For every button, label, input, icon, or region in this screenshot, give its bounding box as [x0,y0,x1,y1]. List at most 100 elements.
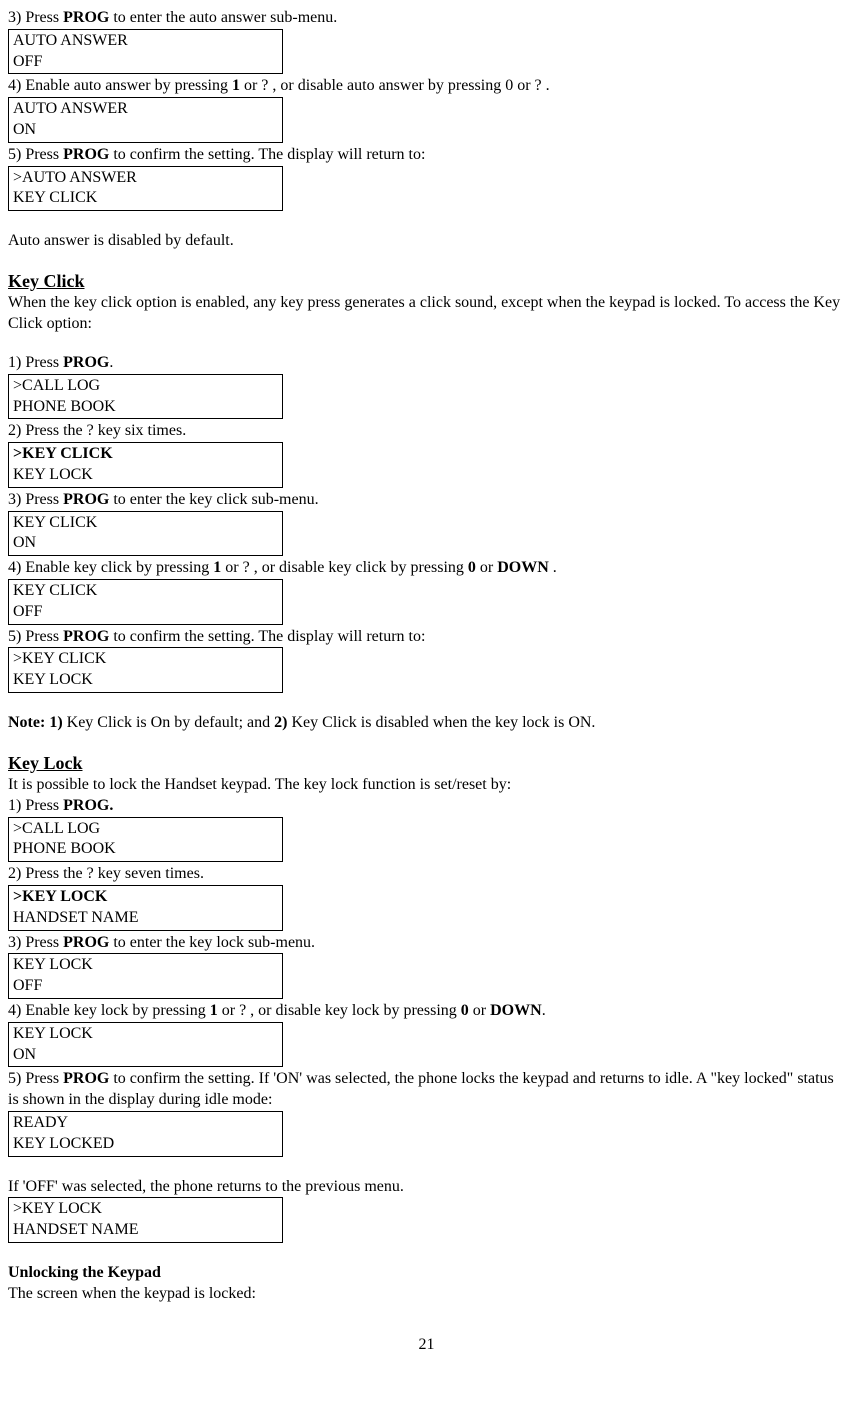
key-0: 0 [461,1002,469,1019]
lcd-line: ON [13,1045,278,1066]
key-lock-step4: 4) Enable key lock by pressing 1 or ? , … [8,1001,845,1022]
lcd-line: PHONE BOOK [13,397,278,418]
page-number: 21 [8,1335,845,1356]
prog-key: PROG [63,934,109,951]
prog-key: PROG [63,1070,109,1087]
lcd-ready-locked: READY KEY LOCKED [8,1111,283,1157]
key-click-section: Key Click When the key click option is e… [8,270,845,734]
lcd-line: KEY LOCKED [13,1134,278,1155]
text: Key Click is On by default; and [63,714,275,731]
key-click-step3: 3) Press PROG to enter the key click sub… [8,490,845,511]
lcd-key-click-on: KEY CLICK ON [8,511,283,557]
key-lock-step2: 2) Press the ? key seven times. [8,864,845,885]
text: . [542,1002,546,1019]
key-1: 1 [232,77,240,94]
text: Key Click is disabled when the key lock … [287,714,595,731]
lcd-line: >KEY LOCK [13,887,278,908]
lcd-line: KEY CLICK [13,581,278,602]
key-click-step1: 1) Press PROG. [8,353,845,374]
auto-answer-step5: 5) Press PROG to confirm the setting. Th… [8,145,845,166]
prog-key: PROG [63,491,109,508]
text: to confirm the setting. If 'ON' was sele… [8,1070,834,1108]
lcd-key-lock-menu: >KEY LOCK HANDSET NAME [8,885,283,931]
auto-answer-step4: 4) Enable auto answer by pressing 1 or ?… [8,76,845,97]
text: to enter the key click sub-menu. [109,491,318,508]
lcd-auto-answer-menu: >AUTO ANSWER KEY CLICK [8,166,283,212]
text: or [476,559,497,576]
prog-key: PROG [63,146,109,163]
key-lock-section: Key Lock It is possible to lock the Hand… [8,752,845,1243]
lcd-line: AUTO ANSWER [13,31,278,52]
text: . [109,354,113,371]
lcd-line: KEY CLICK [13,513,278,534]
key-lock-heading: Key Lock [8,752,845,775]
lcd-line: PHONE BOOK [13,839,278,860]
lcd-line: KEY LOCK [13,670,278,691]
lcd-line: AUTO ANSWER [13,99,278,120]
text: . [549,559,557,576]
text: 5) Press [8,1070,63,1087]
key-lock-intro: It is possible to lock the Handset keypa… [8,775,845,796]
lcd-line: OFF [13,52,278,73]
lcd-key-click-off: KEY CLICK OFF [8,579,283,625]
prog-key: PROG [63,9,109,26]
bold: 2) [274,714,287,731]
key-click-step5: 5) Press PROG to confirm the setting. Th… [8,627,845,648]
bold: >KEY LOCK [13,888,107,905]
lcd-line: >CALL LOG [13,376,278,397]
key-down: DOWN [490,1002,542,1019]
text: to enter the key lock sub-menu. [109,934,315,951]
spacer [8,252,845,270]
unlock-heading: Unlocking the Keypad [8,1263,845,1284]
lcd-call-log: >CALL LOG PHONE BOOK [8,374,283,420]
lcd-line: KEY CLICK [13,188,278,209]
spacer [8,695,845,713]
lcd-key-click-menu: >KEY CLICK KEY LOCK [8,442,283,488]
lcd-line: KEY LOCK [13,1024,278,1045]
spacer [8,1159,845,1177]
text: 4) Enable key lock by pressing [8,1002,210,1019]
text: 1) Press [8,797,63,814]
auto-answer-step3: 3) Press PROG to enter the auto answer s… [8,8,845,29]
key-lock-step1: 1) Press PROG. [8,796,845,817]
auto-answer-note: Auto answer is disabled by default. [8,231,845,252]
prog-key: PROG [63,628,109,645]
lcd-auto-answer-off: AUTO ANSWER OFF [8,29,283,75]
key-click-intro: When the key click option is enabled, an… [8,293,845,335]
text: to confirm the setting. The display will… [109,146,425,163]
lcd-line: KEY LOCK [13,955,278,976]
unlock-section: Unlocking the Keypad The screen when the… [8,1263,845,1305]
bold: >KEY CLICK [13,445,113,462]
key-click-heading: Key Click [8,270,845,293]
lcd-key-lock-return: >KEY LOCK HANDSET NAME [8,1197,283,1243]
lcd-line: >KEY CLICK [13,444,278,465]
spacer [8,734,845,752]
text: 4) Enable auto answer by pressing [8,77,232,94]
lcd-line: HANDSET NAME [13,908,278,929]
lcd-line: OFF [13,602,278,623]
text: or ? , or disable key click by pressing [221,559,468,576]
lcd-auto-answer-on: AUTO ANSWER ON [8,97,283,143]
key-down: DOWN [497,559,549,576]
lcd-line: ON [13,120,278,141]
text: or ? , or disable key lock by pressing [218,1002,461,1019]
key-lock-step5: 5) Press PROG to confirm the setting. If… [8,1069,845,1111]
prog-key: PROG [63,354,109,371]
text: 4) Enable key click by pressing [8,559,213,576]
lcd-line: >CALL LOG [13,819,278,840]
key-lock-step3: 3) Press PROG to enter the key lock sub-… [8,933,845,954]
text: to enter the auto answer sub-menu. [109,9,337,26]
lcd-line: READY [13,1113,278,1134]
spacer [8,335,845,353]
lcd-call-log: >CALL LOG PHONE BOOK [8,817,283,863]
text: or ? , or disable auto answer by pressin… [240,77,550,94]
text: 3) Press [8,934,63,951]
key-click-step4: 4) Enable key click by pressing 1 or ? ,… [8,558,845,579]
key-0: 0 [468,559,476,576]
text: 3) Press [8,9,63,26]
lcd-line: >AUTO ANSWER [13,168,278,189]
lcd-line: HANDSET NAME [13,1220,278,1241]
bold: Note: 1) [8,714,63,731]
lcd-key-lock-on: KEY LOCK ON [8,1022,283,1068]
text: 3) Press [8,491,63,508]
